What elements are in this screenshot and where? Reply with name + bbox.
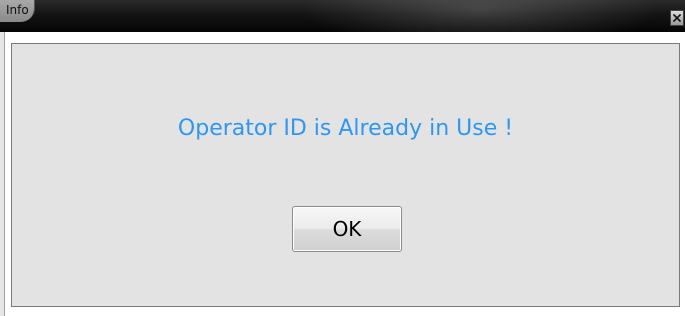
- ok-button[interactable]: OK: [292, 206, 402, 252]
- close-icon: [673, 14, 681, 22]
- info-dialog-window: Info Operator ID is Already in Use ! OK: [0, 0, 685, 316]
- title-bar-glow: [300, 0, 660, 32]
- dialog-panel: Operator ID is Already in Use ! OK: [11, 43, 680, 307]
- close-button[interactable]: [670, 10, 684, 26]
- window-title: Info: [6, 3, 29, 17]
- dialog-message: Operator ID is Already in Use !: [177, 116, 514, 141]
- title-bar[interactable]: Info: [0, 0, 685, 32]
- left-edge: [0, 32, 5, 316]
- dialog-frame: Operator ID is Already in Use ! OK: [0, 32, 685, 316]
